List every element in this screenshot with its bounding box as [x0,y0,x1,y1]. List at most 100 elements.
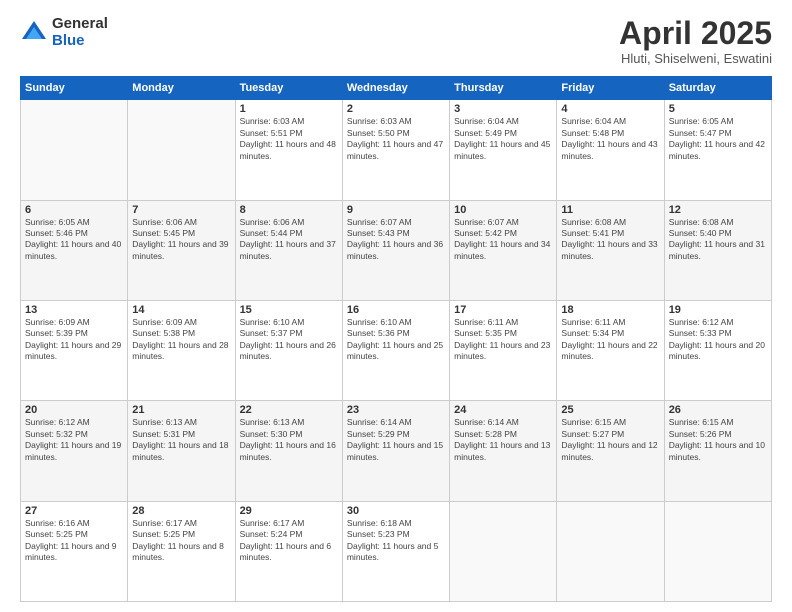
week-row-1: 1Sunrise: 6:03 AMSunset: 5:51 PMDaylight… [21,100,772,200]
day-data: Sunrise: 6:16 AMSunset: 5:25 PMDaylight:… [25,518,123,564]
calendar-table: SundayMondayTuesdayWednesdayThursdayFrid… [20,76,772,602]
day-data: Sunrise: 6:03 AMSunset: 5:51 PMDaylight:… [240,116,338,162]
day-data: Sunrise: 6:12 AMSunset: 5:33 PMDaylight:… [669,317,767,363]
week-row-2: 6Sunrise: 6:05 AMSunset: 5:46 PMDaylight… [21,200,772,300]
day-number: 5 [669,103,767,115]
week-row-3: 13Sunrise: 6:09 AMSunset: 5:39 PMDayligh… [21,300,772,400]
col-header-wednesday: Wednesday [342,77,449,100]
week-row-4: 20Sunrise: 6:12 AMSunset: 5:32 PMDayligh… [21,401,772,501]
day-data: Sunrise: 6:07 AMSunset: 5:42 PMDaylight:… [454,217,552,263]
day-cell: 30Sunrise: 6:18 AMSunset: 5:23 PMDayligh… [342,501,449,601]
day-number: 30 [347,505,445,517]
day-number: 3 [454,103,552,115]
day-cell: 24Sunrise: 6:14 AMSunset: 5:28 PMDayligh… [450,401,557,501]
day-number: 1 [240,103,338,115]
day-data: Sunrise: 6:11 AMSunset: 5:35 PMDaylight:… [454,317,552,363]
day-number: 21 [132,404,230,416]
col-header-tuesday: Tuesday [235,77,342,100]
day-cell [128,100,235,200]
day-cell [450,501,557,601]
day-data: Sunrise: 6:07 AMSunset: 5:43 PMDaylight:… [347,217,445,263]
logo-text: General Blue [52,16,108,49]
day-cell: 6Sunrise: 6:05 AMSunset: 5:46 PMDaylight… [21,200,128,300]
location-subtitle: Hluti, Shiselweni, Eswatini [619,51,772,66]
col-header-friday: Friday [557,77,664,100]
day-data: Sunrise: 6:14 AMSunset: 5:29 PMDaylight:… [347,417,445,463]
day-data: Sunrise: 6:05 AMSunset: 5:46 PMDaylight:… [25,217,123,263]
col-header-saturday: Saturday [664,77,771,100]
logo-blue: Blue [52,33,108,50]
logo-general: General [52,16,108,33]
day-data: Sunrise: 6:12 AMSunset: 5:32 PMDaylight:… [25,417,123,463]
day-number: 4 [561,103,659,115]
day-data: Sunrise: 6:11 AMSunset: 5:34 PMDaylight:… [561,317,659,363]
day-data: Sunrise: 6:15 AMSunset: 5:27 PMDaylight:… [561,417,659,463]
logo: General Blue [20,16,108,49]
title-area: April 2025 Hluti, Shiselweni, Eswatini [619,16,772,66]
day-cell: 22Sunrise: 6:13 AMSunset: 5:30 PMDayligh… [235,401,342,501]
col-header-sunday: Sunday [21,77,128,100]
day-cell: 7Sunrise: 6:06 AMSunset: 5:45 PMDaylight… [128,200,235,300]
day-number: 16 [347,304,445,316]
day-cell: 15Sunrise: 6:10 AMSunset: 5:37 PMDayligh… [235,300,342,400]
month-title: April 2025 [619,16,772,51]
day-number: 18 [561,304,659,316]
day-data: Sunrise: 6:09 AMSunset: 5:39 PMDaylight:… [25,317,123,363]
day-number: 19 [669,304,767,316]
day-cell: 19Sunrise: 6:12 AMSunset: 5:33 PMDayligh… [664,300,771,400]
day-data: Sunrise: 6:04 AMSunset: 5:49 PMDaylight:… [454,116,552,162]
day-number: 2 [347,103,445,115]
day-cell: 16Sunrise: 6:10 AMSunset: 5:36 PMDayligh… [342,300,449,400]
day-data: Sunrise: 6:03 AMSunset: 5:50 PMDaylight:… [347,116,445,162]
day-cell: 17Sunrise: 6:11 AMSunset: 5:35 PMDayligh… [450,300,557,400]
day-number: 12 [669,204,767,216]
day-number: 8 [240,204,338,216]
day-cell: 10Sunrise: 6:07 AMSunset: 5:42 PMDayligh… [450,200,557,300]
day-data: Sunrise: 6:08 AMSunset: 5:40 PMDaylight:… [669,217,767,263]
day-cell: 14Sunrise: 6:09 AMSunset: 5:38 PMDayligh… [128,300,235,400]
day-cell [557,501,664,601]
day-cell: 18Sunrise: 6:11 AMSunset: 5:34 PMDayligh… [557,300,664,400]
day-number: 14 [132,304,230,316]
day-data: Sunrise: 6:06 AMSunset: 5:45 PMDaylight:… [132,217,230,263]
day-data: Sunrise: 6:04 AMSunset: 5:48 PMDaylight:… [561,116,659,162]
day-cell: 2Sunrise: 6:03 AMSunset: 5:50 PMDaylight… [342,100,449,200]
day-data: Sunrise: 6:06 AMSunset: 5:44 PMDaylight:… [240,217,338,263]
day-number: 15 [240,304,338,316]
day-number: 13 [25,304,123,316]
day-data: Sunrise: 6:13 AMSunset: 5:31 PMDaylight:… [132,417,230,463]
day-cell: 13Sunrise: 6:09 AMSunset: 5:39 PMDayligh… [21,300,128,400]
day-cell: 1Sunrise: 6:03 AMSunset: 5:51 PMDaylight… [235,100,342,200]
day-number: 27 [25,505,123,517]
day-cell [664,501,771,601]
day-cell: 29Sunrise: 6:17 AMSunset: 5:24 PMDayligh… [235,501,342,601]
day-number: 11 [561,204,659,216]
day-data: Sunrise: 6:18 AMSunset: 5:23 PMDaylight:… [347,518,445,564]
day-number: 10 [454,204,552,216]
day-data: Sunrise: 6:13 AMSunset: 5:30 PMDaylight:… [240,417,338,463]
day-cell: 5Sunrise: 6:05 AMSunset: 5:47 PMDaylight… [664,100,771,200]
header: General Blue April 2025 Hluti, Shiselwen… [20,16,772,66]
day-cell: 23Sunrise: 6:14 AMSunset: 5:29 PMDayligh… [342,401,449,501]
day-data: Sunrise: 6:09 AMSunset: 5:38 PMDaylight:… [132,317,230,363]
day-number: 29 [240,505,338,517]
day-number: 20 [25,404,123,416]
week-row-5: 27Sunrise: 6:16 AMSunset: 5:25 PMDayligh… [21,501,772,601]
day-data: Sunrise: 6:17 AMSunset: 5:24 PMDaylight:… [240,518,338,564]
day-number: 17 [454,304,552,316]
day-cell: 12Sunrise: 6:08 AMSunset: 5:40 PMDayligh… [664,200,771,300]
col-header-thursday: Thursday [450,77,557,100]
day-data: Sunrise: 6:10 AMSunset: 5:36 PMDaylight:… [347,317,445,363]
day-data: Sunrise: 6:08 AMSunset: 5:41 PMDaylight:… [561,217,659,263]
page: General Blue April 2025 Hluti, Shiselwen… [0,0,792,612]
day-cell: 21Sunrise: 6:13 AMSunset: 5:31 PMDayligh… [128,401,235,501]
day-data: Sunrise: 6:14 AMSunset: 5:28 PMDaylight:… [454,417,552,463]
day-number: 22 [240,404,338,416]
day-cell: 3Sunrise: 6:04 AMSunset: 5:49 PMDaylight… [450,100,557,200]
day-cell: 28Sunrise: 6:17 AMSunset: 5:25 PMDayligh… [128,501,235,601]
day-number: 23 [347,404,445,416]
day-cell: 26Sunrise: 6:15 AMSunset: 5:26 PMDayligh… [664,401,771,501]
day-cell: 11Sunrise: 6:08 AMSunset: 5:41 PMDayligh… [557,200,664,300]
day-data: Sunrise: 6:15 AMSunset: 5:26 PMDaylight:… [669,417,767,463]
day-cell: 9Sunrise: 6:07 AMSunset: 5:43 PMDaylight… [342,200,449,300]
